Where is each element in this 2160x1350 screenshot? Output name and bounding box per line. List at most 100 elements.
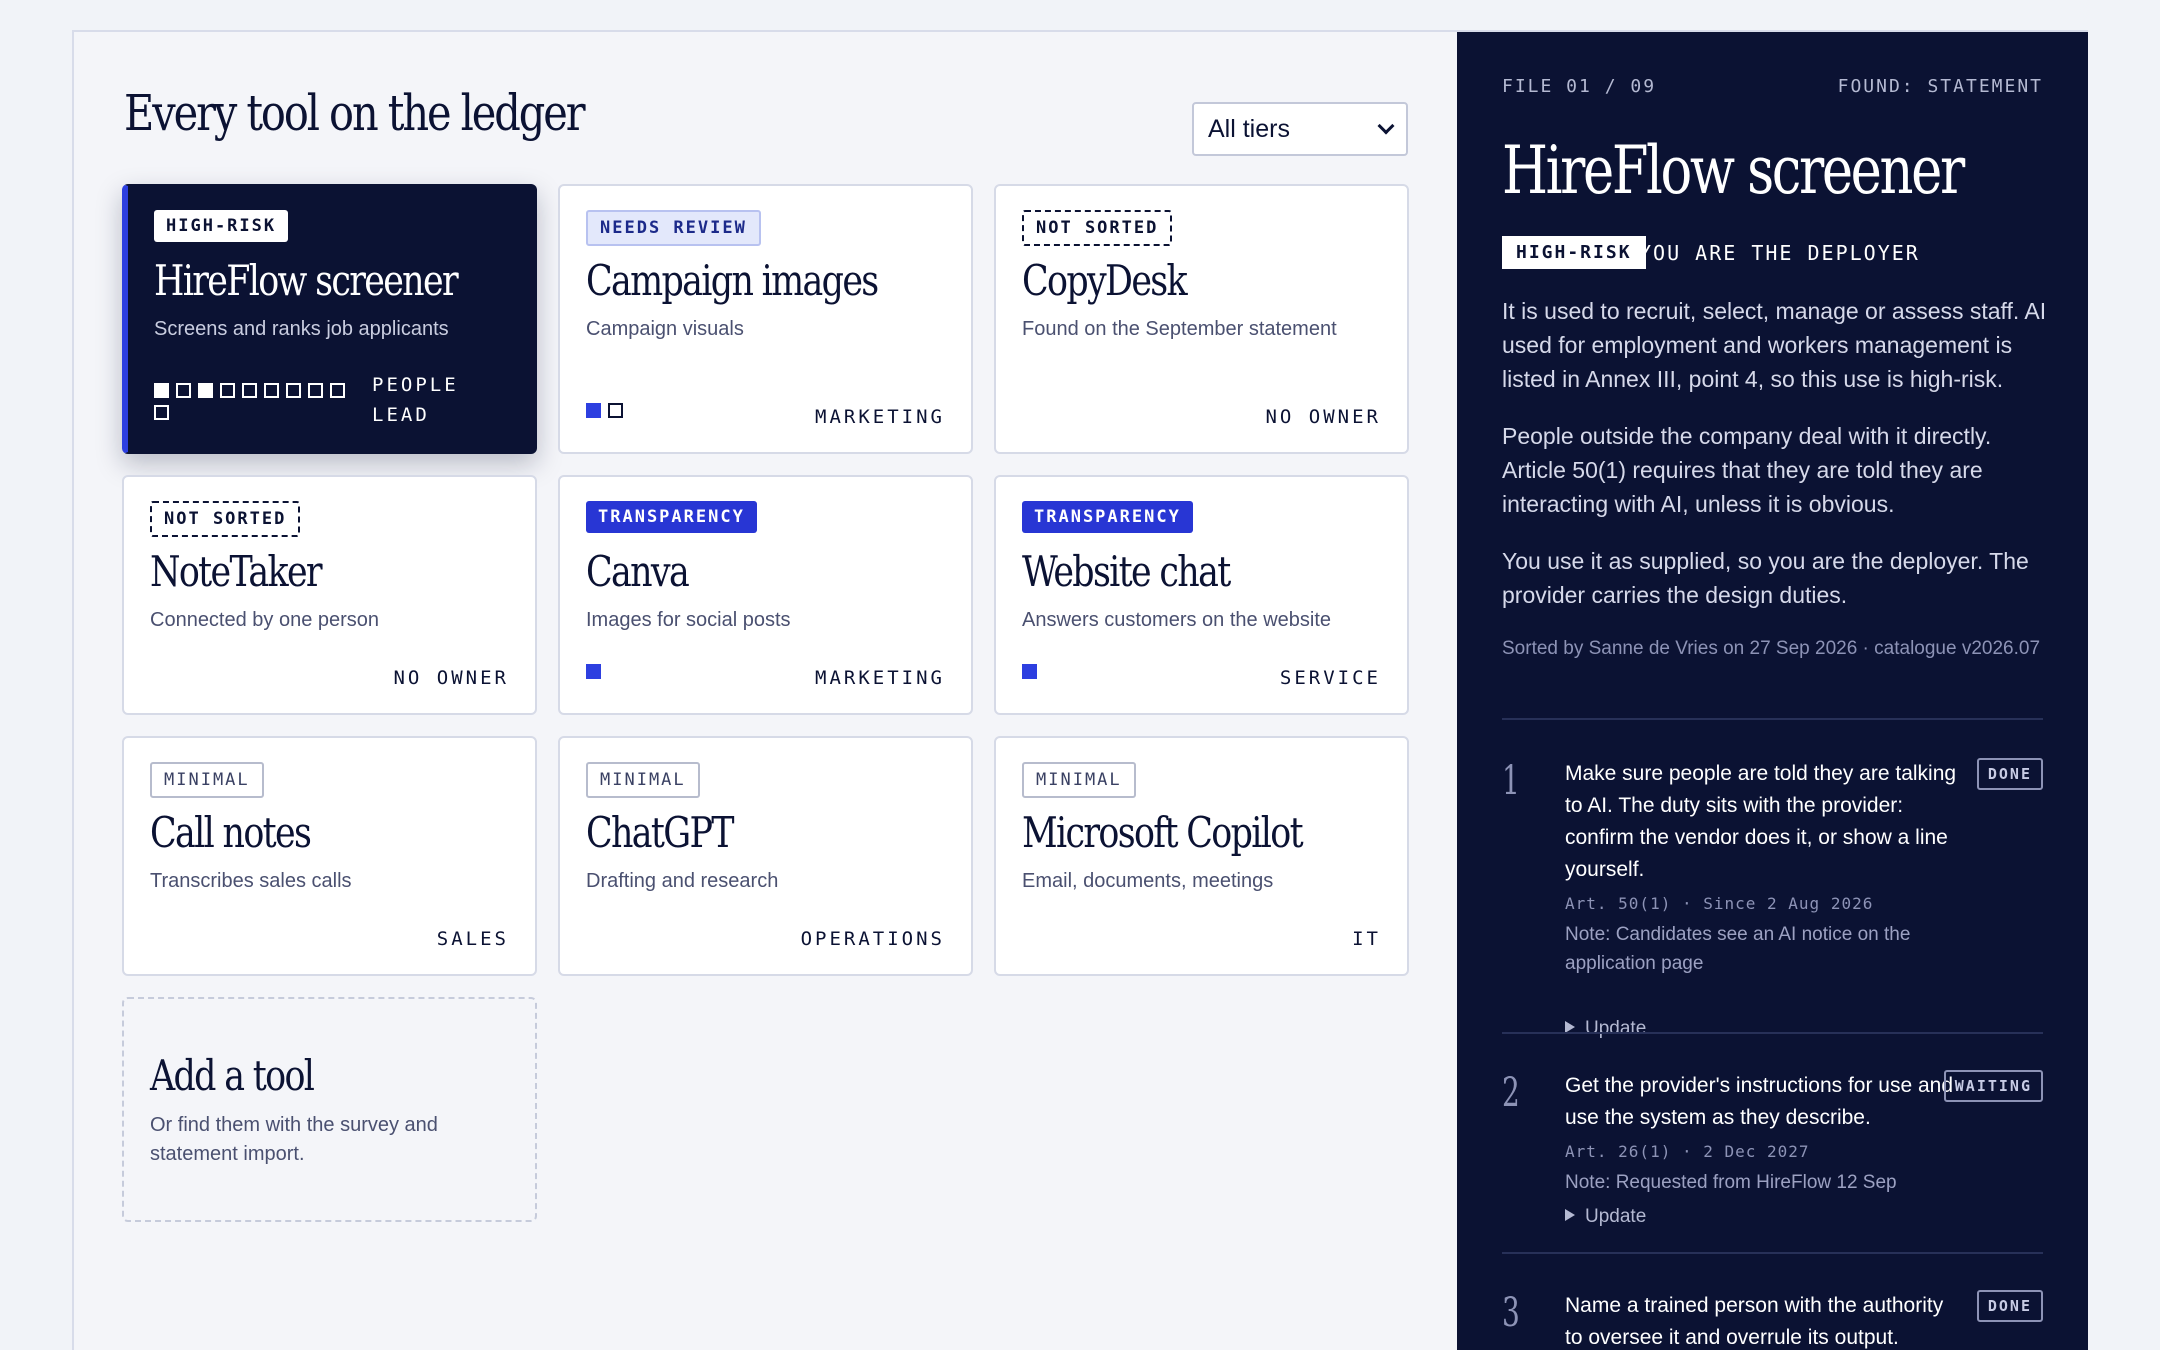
duty-pip-done [586,403,601,418]
add-tool-title: Add a tool [150,1051,315,1100]
tool-card-hireflow[interactable]: HIGH-RISK HireFlow screener Screens and … [122,184,537,454]
tool-description: Transcribes sales calls [150,870,352,892]
duty-pip-open [330,383,345,398]
detail-tier-badge: HIGH-RISK [1502,236,1646,269]
duty-article: Art. 50(1) · Since 2 Aug 2026 [1565,894,1874,913]
duty-progress [586,664,792,679]
tool-name: Campaign images [586,256,879,305]
tool-owner: IT [1352,928,1381,950]
page-title: Every tool on the ledger [124,84,586,142]
caret-right-icon [1565,1208,1575,1221]
tier-badge: HIGH-RISK [154,210,289,242]
divider [1502,1252,2043,1254]
tier-filter-select[interactable]: All tiers [1192,102,1408,156]
tool-name: ChatGPT [586,808,735,857]
tool-card-canva[interactable]: TRANSPARENCY Canva Images for social pos… [558,475,973,715]
tool-description: Connected by one person [150,609,380,631]
tool-name: Website chat [1022,547,1231,596]
tool-owner: PEOPLE LEAD [372,374,459,426]
add-tool-card[interactable]: Add a tool Or find them with the survey … [122,997,537,1222]
duty-progress [154,383,360,420]
tier-badge: NOT SORTED [1022,210,1173,246]
tool-name: HireFlow screener [154,256,459,305]
duty-pip-open [220,383,235,398]
tool-owner: NO OWNER [393,667,509,689]
update-label: Update [1585,1206,1647,1227]
tool-card-microsoft-copilot[interactable]: MINIMAL Microsoft Copilot Email, documen… [994,736,1409,976]
duty-pip-done [586,664,601,679]
tier-badge: MINIMAL [1022,762,1136,798]
tool-card-website-chat[interactable]: TRANSPARENCY Website chat Answers custom… [994,475,1409,715]
tool-card-notetaker[interactable]: NOT SORTED NoteTaker Connected by one pe… [122,475,537,715]
tier-badge: NEEDS REVIEW [586,210,761,246]
file-counter: FILE 01 / 09 [1502,76,1657,97]
detail-title: HireFlow screener [1502,132,1965,209]
duty-pip-done [154,383,169,398]
role-label: YOU ARE THE DEPLOYER [1639,241,1920,265]
tool-description: Email, documents, meetings [1022,870,1274,892]
duty-pip-open [176,383,191,398]
duty-progress [1022,664,1228,679]
duty-article: Art. 26(1) · 2 Dec 2027 [1565,1142,1810,1161]
duty-number: 2 [1502,1070,1520,1116]
duty-pip-open [154,405,169,420]
duty-item: 3 Name a trained person with the authori… [1502,1290,2043,1350]
duty-text: Get the provider's instructions for use … [1565,1074,1954,1129]
duty-status-badge: DONE [1976,1290,2043,1322]
duty-pip-open [308,383,323,398]
tool-description: Campaign visuals [586,318,744,340]
tool-name: NoteTaker [150,547,323,596]
duty-update-toggle[interactable]: Update [1565,1018,1646,1040]
tool-card-chatgpt[interactable]: MINIMAL ChatGPT Drafting and research OP… [558,736,973,976]
duty-update-toggle[interactable]: Update [1565,1206,1646,1228]
duty-status-badge: WAITING [1943,1070,2043,1102]
tool-name: Microsoft Copilot [1022,808,1304,857]
detail-paragraph: People outside the company deal with it … [1502,423,1992,517]
duty-text: Make sure people are told they are talki… [1565,762,1957,881]
duty-number: 1 [1502,758,1520,804]
duty-pip-done [198,383,213,398]
tool-owner: NO OWNER [1265,406,1381,428]
duty-status-badge: DONE [1976,758,2043,790]
tier-badge: NOT SORTED [150,501,301,537]
ledger-panel: Every tool on the ledger All tiers HIGH-… [74,32,1457,1350]
duty-item: 1 Make sure people are told they are tal… [1502,758,2043,1058]
chevron-down-icon [1377,117,1395,135]
tool-card-copydesk[interactable]: NOT SORTED CopyDesk Found on the Septemb… [994,184,1409,454]
app-frame: Every tool on the ledger All tiers HIGH-… [72,30,2088,1350]
detail-paragraph: You use it as supplied, so you are the d… [1502,548,2029,608]
duty-pip-open [286,383,301,398]
tier-badge: MINIMAL [150,762,264,798]
tier-badge: TRANSPARENCY [586,501,757,533]
tool-owner: SERVICE [1279,667,1381,689]
tool-description: Answers customers on the website [1022,609,1332,631]
duty-pip-open [608,403,623,418]
duty-note: Note: Candidates see an AI notice on the… [1565,924,1911,974]
duty-item: 2 Get the provider's instructions for us… [1502,1070,2043,1250]
divider [1502,718,2043,720]
tool-card-call-notes[interactable]: MINIMAL Call notes Transcribes sales cal… [122,736,537,976]
tool-detail-panel: FILE 01 / 09 FOUND: STATEMENT HireFlow s… [1457,32,2088,1350]
sorted-by-meta: Sorted by Sanne de Vries on 27 Sep 2026 … [1502,638,2041,659]
duty-note: Note: Requested from HireFlow 12 Sep [1565,1172,1897,1193]
tool-card-campaign-images[interactable]: NEEDS REVIEW Campaign images Campaign vi… [558,184,973,454]
tool-owner: MARKETING [815,667,945,689]
tool-description: Images for social posts [586,609,791,631]
update-label: Update [1585,1018,1647,1039]
tier-filter-value: All tiers [1208,114,1290,143]
found-source: FOUND: STATEMENT [1837,76,2043,97]
duty-pip-open [264,383,279,398]
tool-description: Found on the September statement [1022,318,1337,340]
tool-name: Call notes [150,808,312,857]
detail-paragraph: It is used to recruit, select, manage or… [1502,298,2047,392]
tool-owner: SALES [436,928,509,950]
duty-progress [586,403,792,418]
tool-description: Screens and ranks job applicants [154,318,449,340]
tool-owner: OPERATIONS [800,928,945,950]
duty-pip-done [1022,664,1037,679]
tier-badge: MINIMAL [586,762,700,798]
duty-pip-open [242,383,257,398]
tool-name: Canva [586,547,690,596]
duty-text: Name a trained person with the authority… [1565,1294,1944,1349]
tool-name: CopyDesk [1022,256,1188,305]
